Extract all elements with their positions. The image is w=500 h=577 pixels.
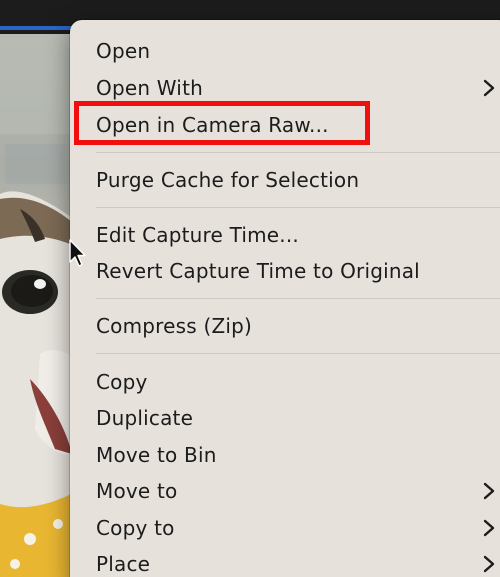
menu-item-label: Move to	[96, 479, 178, 503]
menu-item-label: Copy	[96, 370, 148, 394]
menu-item-label: Duplicate	[96, 406, 194, 430]
menu-item-copy[interactable]: Copy	[96, 365, 480, 399]
menu-separator	[96, 353, 500, 354]
menu-item-move-to-bin[interactable]: Move to Bin	[96, 438, 480, 472]
chevron-right-icon	[483, 79, 495, 97]
menu-item-edit-capture-time[interactable]: Edit Capture Time...	[96, 218, 480, 252]
cat-photo-image	[0, 34, 80, 577]
menu-item-copy-to[interactable]: Copy to	[96, 511, 495, 545]
menu-separator	[96, 152, 500, 153]
menu-separator	[96, 207, 500, 208]
menu-item-label: Move to Bin	[96, 443, 217, 467]
menu-item-open[interactable]: Open	[96, 34, 480, 68]
menu-item-compress-zip[interactable]: Compress (Zip)	[96, 309, 480, 343]
screenshot-stage: Open Open With Open in Camera Raw... Pur…	[0, 0, 500, 577]
context-menu: Open Open With Open in Camera Raw... Pur…	[70, 20, 500, 577]
menu-item-duplicate[interactable]: Duplicate	[96, 401, 480, 435]
chevron-right-icon	[483, 482, 495, 500]
chevron-right-icon	[483, 555, 495, 573]
menu-item-label: Revert Capture Time to Original	[96, 259, 420, 283]
menu-item-label: Edit Capture Time...	[96, 223, 299, 247]
menu-item-place[interactable]: Place	[96, 547, 495, 577]
menu-item-label: Open	[96, 39, 151, 63]
menu-item-label: Purge Cache for Selection	[96, 168, 360, 192]
highlight-annotation-box	[74, 101, 370, 145]
menu-item-label: Compress (Zip)	[96, 314, 253, 338]
menu-item-purge-cache[interactable]: Purge Cache for Selection	[96, 163, 480, 197]
menu-item-label: Place	[96, 552, 151, 576]
menu-item-label: Open With	[96, 76, 203, 100]
menu-separator	[96, 298, 500, 299]
menu-item-label: Copy to	[96, 516, 175, 540]
menu-item-revert-capture-time[interactable]: Revert Capture Time to Original	[96, 254, 480, 288]
menu-item-open-with[interactable]: Open With	[96, 71, 495, 105]
cat-photo-thumbnail[interactable]	[0, 34, 80, 577]
menu-item-move-to[interactable]: Move to	[96, 474, 495, 508]
chevron-right-icon	[483, 519, 495, 537]
selection-indicator	[0, 26, 80, 30]
mouse-cursor-icon	[69, 239, 86, 267]
